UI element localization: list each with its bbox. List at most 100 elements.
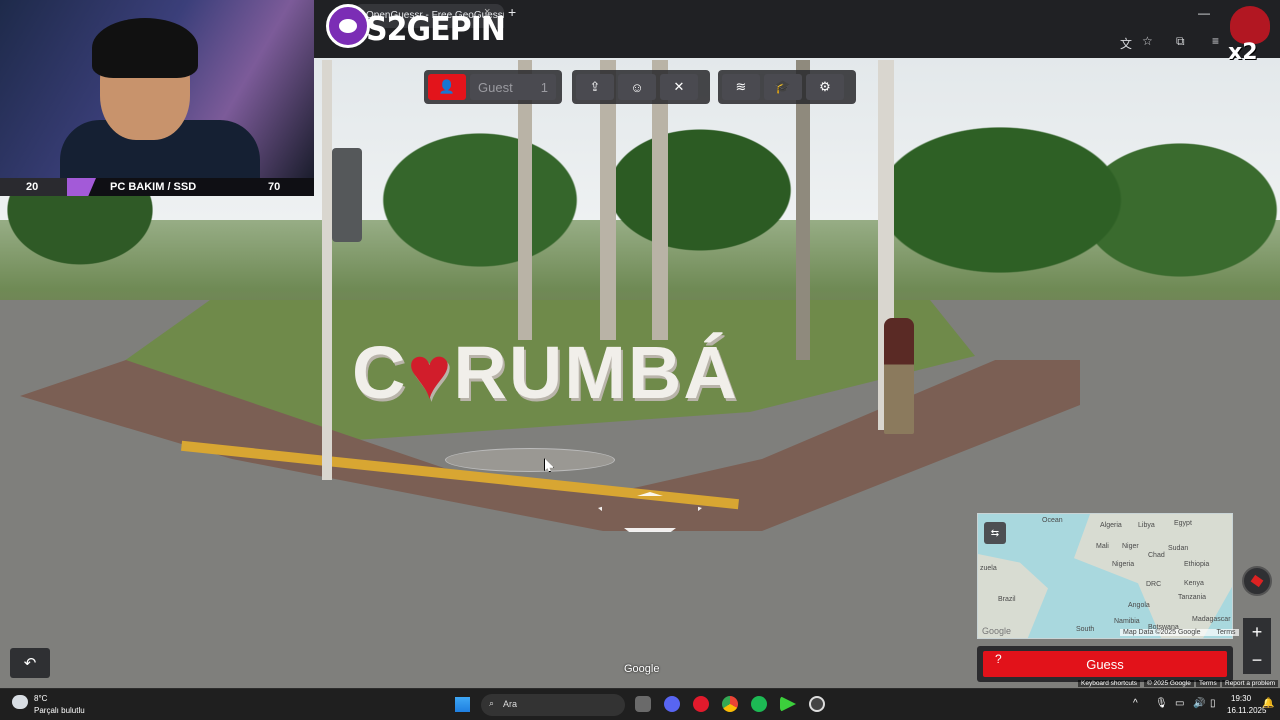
- map-terms-link[interactable]: Terms: [1217, 629, 1236, 636]
- heart-icon: ♥: [407, 331, 454, 414]
- map-label: Brazil: [998, 596, 1016, 603]
- guess-button[interactable]: Guess: [983, 651, 1227, 677]
- expand-map-button[interactable]: ⇆: [984, 522, 1006, 544]
- map-label: Angola: [1128, 602, 1150, 609]
- overlay-avatar: [1230, 6, 1270, 44]
- sign-letter-c: C: [352, 331, 408, 414]
- map-label: Namibia: [1114, 618, 1140, 625]
- weather-cloud-icon[interactable]: [12, 695, 28, 709]
- keyboard-shortcuts-link[interactable]: Keyboard shortcuts: [1078, 680, 1141, 687]
- undo-arrow-icon: ↶: [23, 655, 37, 672]
- weather-temperature: 8°C: [34, 694, 48, 703]
- volume-icon[interactable]: 🔊: [1193, 698, 1205, 709]
- expand-icon: ⇆: [990, 527, 1000, 539]
- clock-time[interactable]: 19:30: [1231, 694, 1251, 703]
- map-label: Tanzania: [1178, 594, 1207, 601]
- corumba-sign: C♥RUMBÁ: [352, 330, 739, 415]
- multiplier-badge: x2: [1228, 40, 1258, 65]
- network-icon[interactable]: ▭: [1175, 698, 1184, 709]
- bookmark-star-icon[interactable]: ☆: [1142, 34, 1153, 48]
- weather-description: Parçalı bulutlu: [34, 706, 85, 715]
- map-label: South: [1076, 626, 1095, 633]
- settings-button[interactable]: ⚙: [806, 74, 844, 100]
- settings-toolbar: ≋ 🎓 ⚙: [718, 70, 856, 104]
- windows-start-icon[interactable]: [455, 697, 470, 712]
- layers-icon: ≋: [735, 79, 747, 94]
- terms-link[interactable]: Terms: [1196, 680, 1220, 687]
- goal-left-counter: 20: [0, 178, 96, 196]
- sign-letters-rumba: RUMBÁ: [453, 331, 739, 414]
- windows-taskbar: 8°C Parçalı bulutlu Ara ⌕ ^ 🎙 ▭ 🔊 ▯ 19:3…: [0, 688, 1280, 720]
- guess-button-label: Guess: [1086, 656, 1124, 672]
- screen: C♥RUMBÁ Google OpenGuessr - Free GeoGues…: [0, 0, 1280, 720]
- education-button[interactable]: 🎓: [764, 74, 802, 100]
- settings-gear-icon: ⚙: [819, 79, 831, 94]
- goal-right-counter: 70: [268, 181, 281, 193]
- zoom-out-button[interactable]: −: [1243, 646, 1271, 674]
- taskbar-search[interactable]: Ara: [481, 694, 625, 716]
- search-icon: ⌕: [489, 698, 495, 708]
- map-label: zuela: [980, 565, 997, 572]
- notification-icon[interactable]: 🔔: [1262, 698, 1274, 709]
- guess-panel: Guess ?: [977, 646, 1233, 682]
- map-label: Chad: [1148, 552, 1165, 559]
- extensions-icon[interactable]: ⧉: [1176, 34, 1185, 49]
- map-google-logo: Google: [982, 626, 1012, 636]
- report-problem-link[interactable]: Report a problem: [1222, 680, 1279, 687]
- map-label: Ocean: [1042, 517, 1063, 524]
- obs-icon[interactable]: [809, 696, 825, 712]
- opera-icon[interactable]: [693, 696, 709, 712]
- play-store-icon[interactable]: [780, 696, 796, 712]
- site-logo-text: S2GEPIN: [366, 10, 506, 49]
- guest-display[interactable]: Guest 1: [470, 74, 556, 100]
- party-button[interactable]: ☺: [618, 74, 656, 100]
- layers-button[interactable]: ≋: [722, 74, 760, 100]
- guest-count: 1: [540, 79, 548, 95]
- upload-button[interactable]: ⇪: [576, 74, 614, 100]
- map-attribution: Map Data ©2025 Google Terms: [1120, 629, 1239, 636]
- add-player-button[interactable]: 👤: [428, 74, 466, 100]
- compass-icon[interactable]: [1242, 566, 1272, 596]
- map-label: Mali: [1096, 543, 1109, 550]
- stream-goal-bar: 20 PC BAKIM / SSD 70: [0, 178, 314, 196]
- map-label: Niger: [1122, 543, 1139, 550]
- help-icon[interactable]: ?: [995, 652, 1002, 666]
- guest-label: Guest: [478, 79, 513, 95]
- map-data-text: Map Data ©2025 Google: [1123, 629, 1201, 636]
- map-label: Egypt: [1174, 520, 1192, 527]
- close-cross-icon: ✕: [673, 79, 685, 94]
- map-label: Nigeria: [1112, 561, 1135, 568]
- guess-minimap[interactable]: ⇆ Ocean Algeria Libya Egypt Mali Niger S…: [977, 513, 1233, 639]
- map-label: Madagascar: [1192, 616, 1231, 623]
- task-view-icon[interactable]: [635, 696, 651, 712]
- battery-icon[interactable]: ▯: [1210, 698, 1216, 709]
- education-icon: 🎓: [774, 79, 792, 94]
- add-player-icon: 👤: [438, 79, 456, 94]
- reading-list-icon[interactable]: ≡: [1212, 34, 1219, 48]
- close-cross-button[interactable]: ✕: [660, 74, 698, 100]
- tray-chevron-icon[interactable]: ^: [1133, 698, 1138, 709]
- action-toolbar: ⇪ ☺ ✕: [572, 70, 710, 104]
- map-label: Kenya: [1184, 580, 1204, 587]
- upload-icon: ⇪: [589, 79, 601, 94]
- new-tab-button[interactable]: +: [508, 4, 516, 20]
- microphone-icon[interactable]: 🎙: [1155, 698, 1168, 709]
- map-label: Ethiopia: [1184, 561, 1210, 568]
- traffic-light-pole: [322, 60, 332, 480]
- map-label: DRC: [1146, 581, 1162, 588]
- translate-icon[interactable]: 文: [1120, 35, 1132, 52]
- clock-date[interactable]: 16.11.2025: [1227, 706, 1266, 715]
- spotify-icon[interactable]: [751, 696, 767, 712]
- streamer-webcam: [0, 0, 314, 178]
- s2gepin-logo-icon: [326, 4, 370, 48]
- discord-icon[interactable]: [664, 696, 680, 712]
- minimize-icon[interactable]: —: [1198, 6, 1210, 20]
- player-toolbar: 👤 Guest 1: [424, 70, 562, 104]
- zoom-in-button[interactable]: +: [1243, 618, 1271, 646]
- palm-trunk: [796, 60, 810, 360]
- return-to-start-button[interactable]: ↶: [10, 648, 50, 678]
- google-copyright: © 2025 Google: [1144, 680, 1194, 687]
- goal-label: PC BAKIM / SSD: [110, 181, 197, 193]
- chrome-icon[interactable]: [722, 696, 738, 712]
- map-label: Sudan: [1168, 545, 1189, 552]
